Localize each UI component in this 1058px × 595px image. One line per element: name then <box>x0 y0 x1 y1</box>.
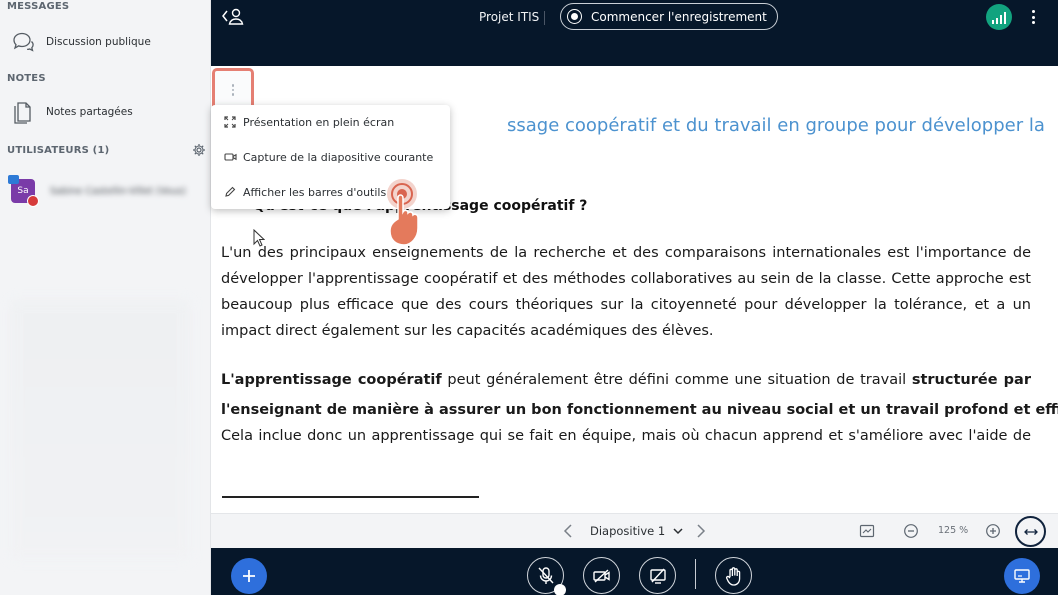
next-slide-icon[interactable] <box>694 523 708 539</box>
paragraph-line: L'un des principaux enseignements de la … <box>221 245 1031 261</box>
avatar: Sa <box>8 175 39 207</box>
mouse-cursor-icon <box>253 229 265 247</box>
slide-toolbar: Diapositive 1 125 % <box>211 513 1058 548</box>
microphone-muted-icon <box>537 566 554 584</box>
paragraph-line: beaucoup plus efficace que des cours thé… <box>221 297 1031 313</box>
chat-icon <box>10 29 36 55</box>
share-screen-button[interactable] <box>639 557 676 594</box>
paragraph-line: Cela inclue donc un apprentissage qui se… <box>221 427 1031 444</box>
tap-gesture-icon <box>387 179 419 246</box>
menu-item-label: Présentation en plein écran <box>243 115 395 129</box>
hand-raised-badge-icon <box>27 195 39 207</box>
menu-item-capture-slide[interactable]: Capture de la diapositive courante <box>223 147 433 167</box>
slide-selector[interactable]: Diapositive 1 <box>590 524 683 538</box>
start-recording-label: Commencer l'enregistrement <box>591 9 767 24</box>
chevron-down-icon <box>673 528 683 535</box>
hand-icon <box>725 566 740 586</box>
footnote-divider <box>222 496 479 498</box>
plus-icon <box>243 570 255 582</box>
fit-width-icon <box>1023 528 1038 535</box>
record-icon <box>567 9 582 24</box>
users-section-title: UTILISATEURS (1) <box>7 145 110 156</box>
zoom-out-icon[interactable] <box>903 523 919 539</box>
shared-notes-item[interactable]: Notes partagées <box>10 99 133 125</box>
messages-section-title: MESSAGES <box>7 1 70 12</box>
sidebar: MESSAGES Discussion publique NOTES Notes… <box>0 0 211 595</box>
menu-item-fullscreen[interactable]: Présentation en plein écran <box>223 112 394 132</box>
top-bar: Projet ITIS Commencer l'enregistrement <box>211 0 1058 66</box>
raise-hand-button[interactable] <box>715 557 752 594</box>
public-chat-label: Discussion publique <box>46 36 151 48</box>
paragraph-line: impact direct également sur les capacité… <box>221 323 714 339</box>
connection-status-icon[interactable] <box>986 4 1012 30</box>
meeting-title: Projet ITIS <box>479 10 540 24</box>
bottom-action-bar <box>211 548 1058 595</box>
presentation-icon <box>1014 569 1030 583</box>
paragraph-text: peut généralement être défini comme une … <box>441 372 912 388</box>
screenshare-off-icon <box>649 568 666 584</box>
slide-paragraph-1: L'un des principaux enseignements de la … <box>221 240 1031 344</box>
avatar-initials: Sa <box>17 186 29 196</box>
bold-text: structurée par <box>911 372 1031 388</box>
notes-section-title: NOTES <box>7 73 46 84</box>
bottom-bar-separator <box>695 559 696 589</box>
start-recording-button[interactable]: Commencer l'enregistrement <box>560 3 778 30</box>
public-chat-item[interactable]: Discussion publique <box>10 29 151 55</box>
fullscreen-icon <box>223 115 237 129</box>
slide-paragraph-2: L'apprentissage coopératif peut générale… <box>221 367 1058 449</box>
user-list-item[interactable]: Sa Sabine Castellin-Villet (Vous) <box>8 175 208 207</box>
paragraph-line: L'apprentissage coopératif peut générale… <box>221 367 1031 393</box>
zoom-in-icon[interactable] <box>985 523 1001 539</box>
menu-item-label: Afficher les barres d'outils <box>243 185 387 199</box>
menu-item-show-toolbars[interactable]: Afficher les barres d'outils <box>223 182 386 202</box>
gear-icon[interactable] <box>192 143 206 157</box>
camera-icon <box>223 150 237 164</box>
presenter-badge-icon <box>8 175 19 184</box>
slide-selector-label: Diapositive 1 <box>590 524 666 538</box>
unmute-microphone-button[interactable] <box>527 557 566 595</box>
shared-notes-label: Notes partagées <box>46 106 133 118</box>
slide-heading: ssage coopératif et du travail en groupe… <box>507 115 1045 136</box>
pencil-icon <box>223 185 237 199</box>
share-webcam-button[interactable] <box>583 557 620 594</box>
previous-slide-icon[interactable] <box>561 523 575 539</box>
whiteboard-icon[interactable] <box>859 523 875 539</box>
menu-item-label: Capture de la diapositive courante <box>243 150 434 164</box>
user-name: Sabine Castellin-Villet (Vous) <box>50 185 186 197</box>
zoom-level: 125 % <box>938 525 969 536</box>
blurred-region <box>10 300 190 560</box>
webcam-off-icon <box>592 568 610 583</box>
actions-button[interactable] <box>231 558 267 594</box>
bold-text: l'enseignant de manière à assurer un bon… <box>221 401 1058 418</box>
user-list-toggle-icon[interactable] <box>221 7 245 27</box>
paragraph-line: l'enseignant de manière à assurer un bon… <box>221 393 1058 423</box>
paragraph-line: développer l'apprentissage coopératif et… <box>221 271 1031 287</box>
more-options-icon[interactable] <box>1028 7 1038 27</box>
audio-settings-chevron-icon[interactable] <box>554 584 566 595</box>
title-separator <box>544 11 545 25</box>
bold-text: L'apprentissage coopératif <box>221 372 442 388</box>
presentation-toggle-button[interactable] <box>1004 558 1040 594</box>
notes-icon <box>10 99 36 125</box>
fit-to-width-button[interactable] <box>1015 516 1046 547</box>
